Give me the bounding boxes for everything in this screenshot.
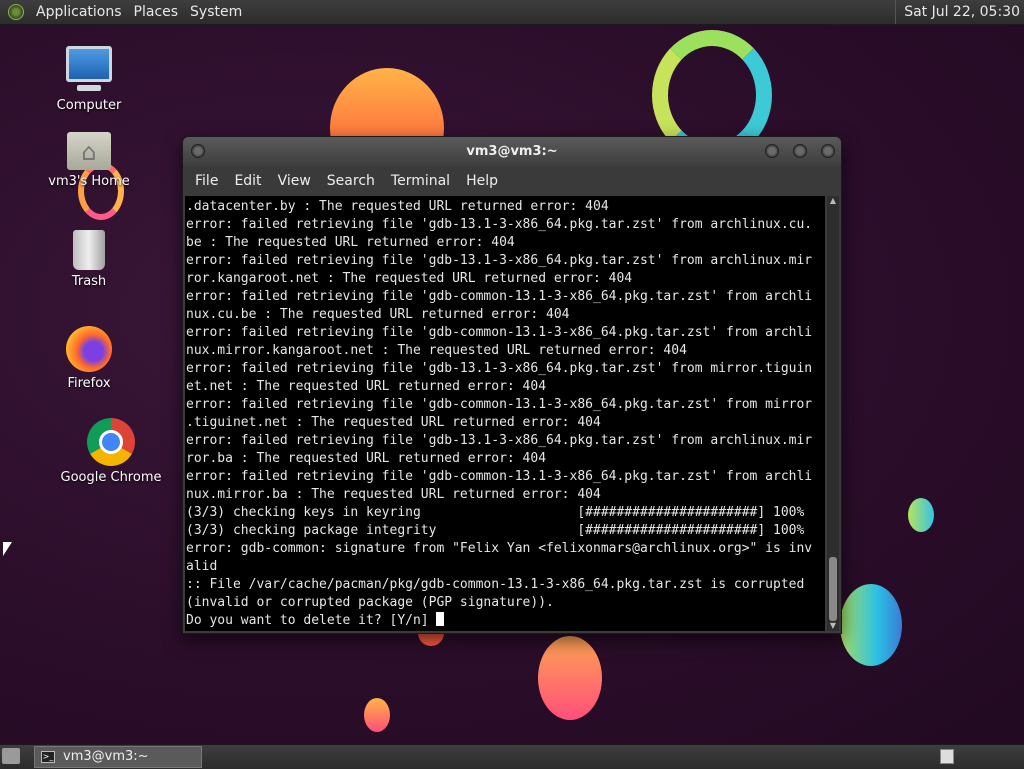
close-icon[interactable] <box>821 144 835 158</box>
desktop-icon-label: Trash <box>71 274 107 289</box>
menu-help[interactable]: Help <box>458 173 506 189</box>
desktop-icon-chrome[interactable]: Google Chrome <box>56 418 166 485</box>
scroll-up-icon[interactable]: ▲ <box>828 196 838 206</box>
firefox-icon <box>66 326 112 372</box>
bottom-panel: >_ vm3@vm3:~ <box>0 744 1024 769</box>
menu-search[interactable]: Search <box>319 173 383 189</box>
workspace-switcher[interactable] <box>940 749 954 764</box>
desktop-icon-label: Computer <box>56 98 122 113</box>
menu-terminal[interactable]: Terminal <box>383 173 458 189</box>
terminal-line: error: failed retrieving file 'gdb-commo… <box>186 469 813 484</box>
wallpaper-blob <box>364 698 390 732</box>
clock[interactable]: Sat Jul 22, 05:30 <box>895 0 1020 24</box>
terminal-line: be : The requested URL returned error: 4… <box>186 235 515 250</box>
menu-view[interactable]: View <box>270 173 319 189</box>
desktop-icon-trash[interactable]: Trash <box>44 230 134 289</box>
window-titlebar[interactable]: vm3@vm3:~ <box>183 137 841 167</box>
terminal-line: (3/3) checking keys in keyring [########… <box>186 505 805 520</box>
terminal-icon: >_ <box>41 751 55 763</box>
wallpaper-blob <box>538 636 602 720</box>
terminal-line: (3/3) checking package integrity [######… <box>186 523 805 538</box>
terminal-line: error: failed retrieving file 'gdb-13.1-… <box>186 361 813 376</box>
show-desktop-icon[interactable] <box>2 748 20 764</box>
desktop-icon-label: Google Chrome <box>60 470 162 485</box>
terminal-line: ror.ba : The requested URL returned erro… <box>186 451 547 466</box>
terminal-cursor <box>436 612 445 626</box>
terminal-line: error: failed retrieving file 'gdb-commo… <box>186 397 813 412</box>
home-folder-icon <box>67 132 111 170</box>
terminal-text: .datacenter.by : The requested URL retur… <box>185 196 825 630</box>
terminal-line: error: failed retrieving file 'gdb-13.1-… <box>186 217 813 232</box>
menu-system[interactable]: System <box>184 4 248 20</box>
scroll-thumb[interactable] <box>829 557 837 621</box>
terminal-line: .tiguinet.net : The requested URL return… <box>186 415 601 430</box>
terminal-line: nux.cu.be : The requested URL returned e… <box>186 307 570 322</box>
distro-logo-icon[interactable] <box>8 4 24 20</box>
desktop-icon-home[interactable]: vm3's Home <box>44 132 134 189</box>
terminal-line: error: failed retrieving file 'gdb-commo… <box>186 325 813 340</box>
menu-places[interactable]: Places <box>128 4 185 20</box>
top-panel: Applications Places System Sat Jul 22, 0… <box>0 0 1024 25</box>
terminal-window: vm3@vm3:~ File Edit View Search Terminal… <box>182 136 842 634</box>
desktop-icon-firefox[interactable]: Firefox <box>44 326 134 391</box>
terminal-line: ror.kangaroot.net : The requested URL re… <box>186 271 633 286</box>
terminal-line: (invalid or corrupted package (PGP signa… <box>186 595 554 610</box>
maximize-icon[interactable] <box>793 144 807 158</box>
terminal-line: .datacenter.by : The requested URL retur… <box>186 199 609 214</box>
terminal-line: error: gdb-common: signature from "Felix… <box>186 541 813 556</box>
scroll-down-icon[interactable]: ▼ <box>828 621 838 631</box>
desktop-icon-label: Firefox <box>67 376 111 391</box>
wallpaper-blob <box>908 498 934 532</box>
desktop-icon-computer[interactable]: Computer <box>44 46 134 113</box>
menu-edit[interactable]: Edit <box>226 173 269 189</box>
menu-applications[interactable]: Applications <box>30 4 128 20</box>
wallpaper-blob <box>840 584 902 666</box>
terminal-prompt: Do you want to delete it? [Y/n] <box>186 613 437 628</box>
terminal-line: et.net : The requested URL returned erro… <box>186 379 547 394</box>
trash-icon <box>73 230 105 270</box>
taskbar-button-label: vm3@vm3:~ <box>63 749 149 764</box>
terminal-line: :: File /var/cache/pacman/pkg/gdb-common… <box>186 577 805 592</box>
desktop-icon-label: vm3's Home <box>48 174 130 189</box>
minimize-icon[interactable] <box>765 144 779 158</box>
terminal-line: nux.mirror.ba : The requested URL return… <box>186 487 601 502</box>
terminal-line: nux.mirror.kangaroot.net : The requested… <box>186 343 687 358</box>
terminal-scrollbar[interactable]: ▲ ▼ <box>827 196 839 631</box>
terminal-menubar: File Edit View Search Terminal Help <box>183 167 841 195</box>
terminal-output[interactable]: .datacenter.by : The requested URL retur… <box>185 196 825 631</box>
window-menu-icon[interactable] <box>191 144 205 158</box>
menu-file[interactable]: File <box>187 173 226 189</box>
computer-icon <box>66 46 112 91</box>
mouse-pointer-icon <box>3 542 12 556</box>
terminal-line: error: failed retrieving file 'gdb-13.1-… <box>186 433 813 448</box>
terminal-line: error: failed retrieving file 'gdb-13.1-… <box>186 253 813 268</box>
window-title: vm3@vm3:~ <box>466 144 558 159</box>
taskbar-button-terminal[interactable]: >_ vm3@vm3:~ <box>34 746 202 768</box>
terminal-line: error: failed retrieving file 'gdb-commo… <box>186 289 813 304</box>
terminal-line: alid <box>186 559 218 574</box>
chrome-icon <box>87 418 135 466</box>
